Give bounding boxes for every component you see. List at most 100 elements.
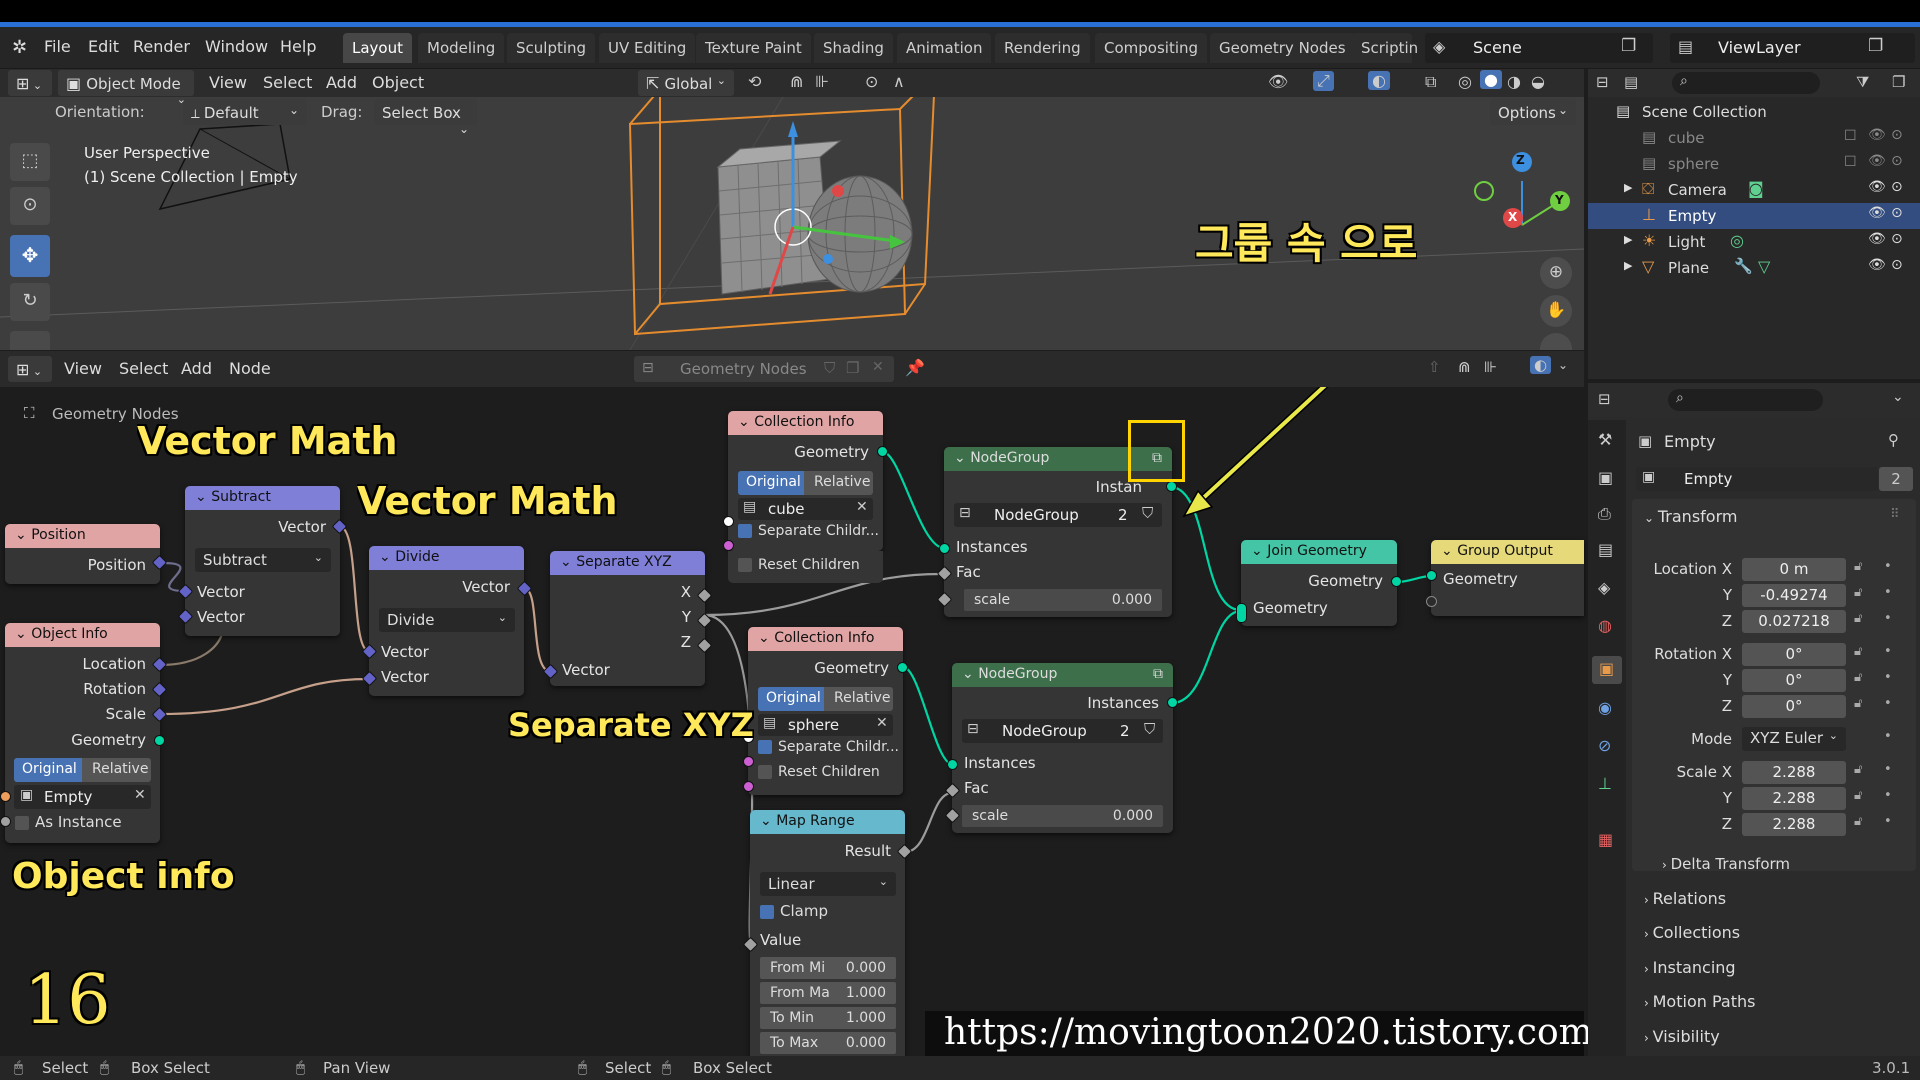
drag-handle-icon[interactable]: ⠿	[1890, 507, 1900, 522]
chevron-down-icon[interactable]: ⌄	[1558, 358, 1568, 372]
keyframe-dot-icon[interactable]: •	[1884, 696, 1892, 711]
properties-editor[interactable]: ⊟ ⌕ ⌄ ▣ Empty ⚲ ▣ Empty 2 ⌄ Transform ⠿ …	[1588, 383, 1920, 1056]
gizmo-label-z[interactable]: Z	[1516, 153, 1525, 167]
zoom-icon[interactable]: ⊕	[1540, 257, 1572, 289]
tab-rendering[interactable]: Rendering	[995, 33, 1090, 63]
tab-modeling[interactable]: Modeling	[418, 33, 505, 63]
cursor-tool-icon[interactable]: ⊙	[10, 187, 50, 225]
instancing-section[interactable]: › Instancing	[1644, 958, 1736, 977]
editor-type-button[interactable]: ⊞ ⌄	[8, 70, 52, 96]
view-layer-selector[interactable]: ▤ ViewLayer ❐	[1670, 33, 1915, 63]
collection-picker[interactable]: ▤ sphere ✕	[758, 714, 893, 736]
collapse-chevron-icon[interactable]: ⌄	[379, 549, 395, 565]
socket-object-in[interactable]	[0, 791, 11, 802]
object-tab-icon[interactable]: ▣	[1592, 656, 1622, 684]
node-menu-select[interactable]: Select	[119, 359, 168, 378]
socket-coll1-sep-in[interactable]	[723, 540, 734, 551]
gizmo-label-y[interactable]: Y	[1555, 193, 1564, 207]
node-header[interactable]: ⌄ Separate XYZ	[550, 551, 705, 575]
filter-icon[interactable]: ⧩	[1856, 73, 1869, 91]
node-position[interactable]: ⌄ Position Position	[5, 524, 160, 584]
clamp-checkbox[interactable]: Clamp	[760, 902, 828, 920]
group-datablock[interactable]: ⊟ NodeGroup 2 ⛉	[954, 503, 1162, 527]
parent-tree-icon[interactable]: ⇧	[1428, 358, 1441, 376]
fake-user-icon[interactable]: ⛉	[1144, 720, 1155, 738]
viewport-menu-select[interactable]: Select	[263, 73, 312, 92]
location-y-field[interactable]: -0.49274	[1742, 584, 1846, 607]
collapse-chevron-icon[interactable]: ⌄	[962, 666, 978, 682]
overlay-toggle-icon[interactable]: ◐	[1530, 356, 1552, 374]
visibility-icon[interactable]: 👁	[1268, 72, 1288, 91]
display-mode-icon[interactable]: ▤	[1624, 73, 1638, 91]
enter-group-icon[interactable]: ⧉	[1153, 666, 1163, 682]
pin-icon[interactable]: 📌	[905, 358, 925, 377]
pan-hand-icon[interactable]: ✋	[1540, 295, 1572, 327]
object-datablock[interactable]: ▣ Empty	[1636, 467, 1878, 491]
node-editor-type-button[interactable]: ⊞ ⌄	[8, 356, 52, 382]
gizmo-label-x[interactable]: X	[1508, 210, 1517, 224]
node-header[interactable]: ⌄ Group Output	[1431, 540, 1584, 564]
snap-target-icon[interactable]: ⊪	[815, 72, 829, 91]
collapse-chevron-icon[interactable]: ⌄	[760, 813, 776, 829]
tab-layout[interactable]: Layout	[343, 33, 412, 63]
outliner-row-plane[interactable]: ▶ ▽ Plane 🔧 ▽ 👁 ⊙	[1588, 255, 1920, 281]
tab-geometry-nodes[interactable]: Geometry Nodes	[1210, 33, 1355, 63]
node-header[interactable]: ⌄ NodeGroup ⧉	[952, 663, 1173, 687]
lock-icon[interactable]: 🔓︎	[1854, 788, 1862, 803]
fake-user-icon[interactable]: ⛉	[1142, 504, 1153, 522]
scale-field[interactable]: scale 0.000	[964, 589, 1162, 611]
node-separate-xyz[interactable]: ⌄ Separate XYZ X Y Z Vector	[550, 551, 705, 686]
keyframe-dot-icon[interactable]: •	[1884, 729, 1892, 744]
relations-section[interactable]: › Relations	[1644, 889, 1726, 908]
field-from-max[interactable]: From Ma 1.000	[760, 982, 896, 1004]
menu-render[interactable]: Render	[133, 37, 190, 56]
lock-icon[interactable]: 🔓︎	[1854, 814, 1862, 829]
node-header[interactable]: ⌄ Object Info	[5, 623, 160, 647]
mesh-data-icon[interactable]: ▽	[1758, 257, 1770, 276]
collapse-chevron-icon[interactable]: ⌄	[15, 527, 31, 543]
node-menu-view[interactable]: View	[64, 359, 102, 378]
socket-geometry-out[interactable]	[154, 735, 165, 746]
tab-compositing[interactable]: Compositing	[1095, 33, 1208, 63]
xray-icon[interactable]: ⧉	[1425, 72, 1436, 92]
menu-help[interactable]: Help	[280, 37, 316, 56]
snap-icon[interactable]: ⋒	[1458, 358, 1471, 376]
tab-shading[interactable]: Shading	[814, 33, 893, 63]
output-tab-icon[interactable]: ⎙	[1598, 504, 1611, 524]
lock-icon[interactable]: 🔓︎	[1854, 696, 1862, 711]
interpolation-dropdown[interactable]: Linear ⌄	[760, 872, 896, 896]
shading-wireframe-icon[interactable]: ◎	[1458, 72, 1472, 91]
collection-picker[interactable]: ▤ cube ✕	[738, 498, 873, 520]
viewport-menu-view[interactable]: View	[209, 73, 247, 92]
collapse-chevron-icon[interactable]: ⌄	[758, 630, 774, 646]
toggle-relative[interactable]: Relative	[826, 687, 893, 711]
menu-window[interactable]: Window	[205, 37, 268, 56]
pivot-icon[interactable]: ⟲	[748, 72, 761, 91]
checkbox-icon[interactable]: ☐	[1844, 154, 1857, 170]
camera-render-icon[interactable]: ⊙	[1891, 153, 1903, 169]
node-header[interactable]: ⌄ Position	[5, 524, 160, 548]
as-instance-checkbox[interactable]: As Instance	[15, 813, 122, 831]
socket-coll1-geometry-out[interactable]	[877, 446, 888, 457]
visibility-section[interactable]: › Visibility	[1644, 1027, 1720, 1046]
node-subtract[interactable]: ⌄ Subtract Vector Subtract ⌄ Vector Vecto…	[185, 486, 340, 636]
duplicate-icon[interactable]: ❐	[846, 359, 859, 377]
rotation-x-field[interactable]: 0°	[1742, 643, 1846, 666]
operation-dropdown[interactable]: Subtract ⌄	[195, 548, 331, 572]
camera-render-icon[interactable]: ⊙	[1891, 205, 1903, 221]
operation-dropdown[interactable]: Divide ⌄	[379, 608, 515, 632]
shading-rendered-icon[interactable]: ◒	[1531, 72, 1545, 91]
checkbox-icon[interactable]: ☐	[1844, 128, 1857, 144]
expand-arrow-icon[interactable]: ▶	[1624, 259, 1632, 272]
socket-output-empty-in[interactable]	[1426, 596, 1437, 607]
eye-icon[interactable]: 👁	[1868, 205, 1886, 221]
object-data-tab-icon[interactable]: ⊥	[1598, 774, 1612, 793]
separate-children-checkbox[interactable]: Separate Childr...	[738, 523, 879, 539]
node-tree-selector[interactable]: ⊟ Geometry Nodes ⛉ ❐ ✕	[634, 356, 894, 382]
rotation-y-field[interactable]: 0°	[1742, 669, 1846, 692]
snap-target-icon[interactable]: ⊪	[1484, 358, 1497, 376]
node-menu-add[interactable]: Add	[181, 359, 212, 378]
collapse-chevron-icon[interactable]: ⌄	[738, 414, 754, 430]
node-editor[interactable]: ⛶ Geometry Nodes ⌄ Position Position ⌄ O…	[0, 351, 1593, 1056]
socket-join-in[interactable]	[1236, 603, 1247, 623]
